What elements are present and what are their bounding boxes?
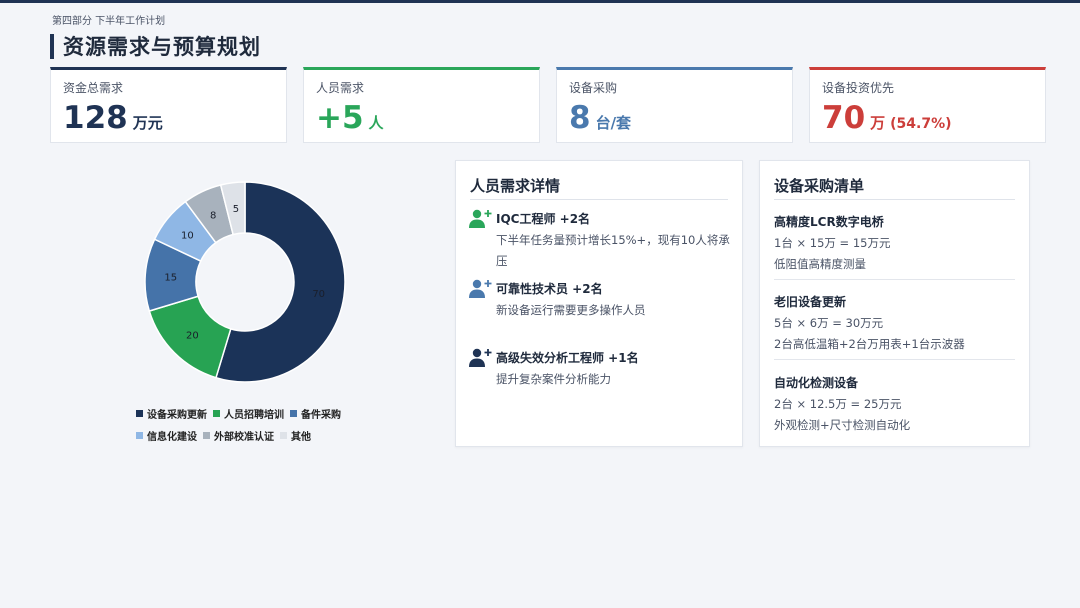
equipment-list-card: 设备采购清单 高精度LCR数字电桥 1台 × 15万 = 15万元 低阻值高精度… — [759, 160, 1030, 447]
equipment-divider — [774, 279, 1015, 280]
card-title: 人员需求详情 — [470, 177, 561, 195]
top-accent-bar — [0, 0, 1080, 3]
equipment-item: 自动化检测设备 2台 × 12.5万 = 25万元 外观检测+尺寸检测自动化 — [774, 372, 1014, 436]
chart-legend: 设备采购更新 人员招聘培训 备件采购信息化建设 外部校准认证 其他 — [136, 406, 376, 443]
kpi-label: 人员需求 — [316, 81, 365, 95]
equipment-name: 老旧设备更新 — [774, 295, 847, 309]
kpi-label: 设备投资优先 — [822, 81, 895, 95]
equipment-desc: 2台高低温箱+2台万用表+1台示波器 — [774, 337, 965, 351]
legend-swatch — [213, 410, 220, 417]
kpi-value: 128 — [63, 100, 128, 136]
equipment-name: 高精度LCR数字电桥 — [774, 215, 884, 229]
staff-item-desc: 新设备运行需要更多操作人员 — [496, 303, 646, 317]
legend-item: 设备采购更新 — [136, 406, 207, 421]
legend-item: 外部校准认证 — [203, 428, 274, 443]
legend-swatch — [290, 410, 297, 417]
kpi-note: (54.7%) — [890, 116, 952, 132]
donut-svg: 70 20 15 10 8 5 — [144, 181, 346, 383]
legend-swatch — [203, 432, 210, 439]
card-divider — [470, 199, 728, 200]
donut-slice-label: 8 — [210, 211, 216, 222]
equipment-cost: 1台 × 15万 = 15万元 — [774, 236, 891, 250]
kpi-value: 8 — [569, 100, 591, 136]
donut-slice-label: 15 — [164, 273, 177, 284]
staff-detail-card: 人员需求详情 IQC工程师 +2名 下半年任务量预计增长15%+，现有10人将承… — [455, 160, 743, 447]
legend-label: 外部校准认证 — [214, 432, 274, 443]
staff-item-desc: 下半年任务量预计增长15%+，现有10人将承压 — [496, 233, 730, 268]
equipment-divider — [774, 359, 1015, 360]
equipment-cost: 2台 × 12.5万 = 25万元 — [774, 397, 902, 411]
legend-label: 信息化建设 — [147, 432, 197, 443]
kpi-label: 设备采购 — [569, 81, 618, 95]
legend-swatch — [136, 432, 143, 439]
equipment-item: 老旧设备更新 5台 × 6万 = 30万元 2台高低温箱+2台万用表+1台示波器 — [774, 291, 1014, 355]
kpi-value-row: +5 人 — [316, 100, 384, 136]
kpi-value-row: 8 台/套 — [569, 100, 631, 136]
equipment-desc: 低阻值高精度测量 — [774, 257, 866, 271]
equipment-cost: 5台 × 6万 = 30万元 — [774, 316, 884, 330]
staff-item-name: 可靠性技术员 +2名 — [496, 282, 603, 296]
donut-slice-label: 20 — [186, 331, 199, 342]
kpi-value-row: 70 万 (54.7%) — [822, 100, 952, 136]
legend-item: 其他 — [280, 428, 311, 443]
legend-item: 信息化建设 — [136, 428, 197, 443]
kpi-unit: 人 — [368, 114, 384, 132]
card-title: 设备采购清单 — [774, 177, 865, 195]
kpi-value: +5 — [316, 100, 364, 136]
person-add-icon — [469, 209, 492, 228]
kpi-card-equipment-priority: 设备投资优先 70 万 (54.7%) — [809, 67, 1046, 143]
legend-item: 备件采购 — [290, 406, 341, 421]
staff-item-name: IQC工程师 +2名 — [496, 212, 591, 226]
legend-label: 人员招聘培训 — [224, 410, 284, 421]
legend-swatch — [136, 410, 143, 417]
kpi-unit: 万元 — [132, 114, 163, 132]
legend-item: 人员招聘培训 — [213, 406, 284, 421]
budget-donut-chart: 70 20 15 10 8 5 设备采购更新 人员招聘培训 备件采购信息化建设 外部校准认证 其他 — [50, 160, 440, 450]
kpi-card-equipment: 设备采购 8 台/套 — [556, 67, 793, 143]
card-divider — [774, 199, 1015, 200]
donut-slice-label: 5 — [233, 204, 239, 215]
kpi-label: 资金总需求 — [63, 81, 124, 95]
equipment-item: 高精度LCR数字电桥 1台 × 15万 = 15万元 低阻值高精度测量 — [774, 211, 1014, 275]
kpi-value-row: 128 万元 — [63, 100, 163, 136]
staff-item-desc: 提升复杂案件分析能力 — [496, 372, 611, 386]
kpi-card-total-funding: 资金总需求 128 万元 — [50, 67, 287, 143]
legend-label: 其他 — [291, 432, 311, 443]
donut-slice-label: 10 — [181, 231, 194, 242]
page-title: 资源需求与预算规划 — [63, 35, 261, 59]
legend-swatch — [280, 432, 287, 439]
kpi-value: 70 — [822, 100, 866, 136]
staff-item-name: 高级失效分析工程师 +1名 — [496, 351, 639, 365]
person-add-icon — [469, 348, 492, 367]
donut-slice-label: 70 — [312, 289, 325, 300]
equipment-desc: 外观检测+尺寸检测自动化 — [774, 418, 911, 432]
kpi-unit: 万 — [870, 114, 886, 132]
equipment-name: 自动化检测设备 — [774, 376, 859, 390]
person-add-icon — [469, 279, 492, 298]
page-title-wrap: 资源需求与预算规划 — [50, 33, 261, 59]
legend-label: 设备采购更新 — [147, 410, 207, 421]
title-accent-bar — [50, 33, 54, 59]
section-label: 第四部分 下半年工作计划 — [52, 16, 166, 27]
legend-label: 备件采购 — [301, 410, 341, 421]
kpi-card-staff: 人员需求 +5 人 — [303, 67, 540, 143]
kpi-unit: 台/套 — [595, 114, 632, 132]
